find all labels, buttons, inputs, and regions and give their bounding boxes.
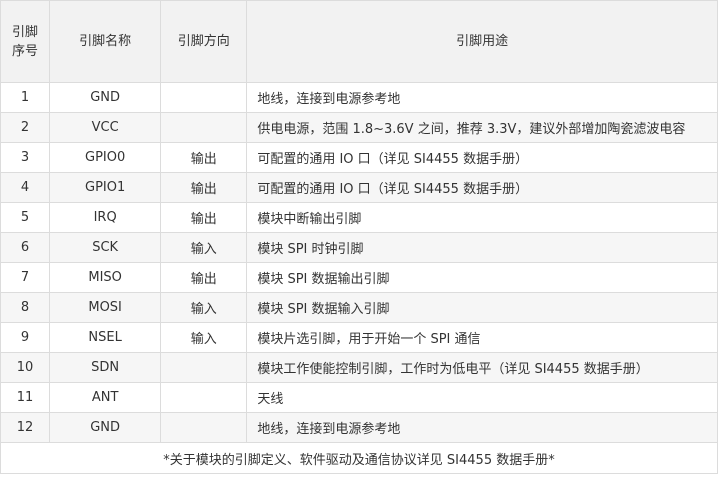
- pin-no: 2: [0, 112, 51, 143]
- pin-no: 12: [0, 412, 51, 443]
- pin-dir: [160, 412, 248, 443]
- header-pin-name: 引脚名称: [49, 0, 162, 83]
- pin-name: GND: [49, 82, 162, 113]
- pin-no: 11: [0, 382, 51, 413]
- pin-name: SCK: [49, 232, 162, 263]
- pin-dir: 输出: [160, 202, 248, 233]
- footnote: *关于模块的引脚定义、软件驱动及通信协议详见 SI4455 数据手册*: [0, 442, 718, 474]
- pin-name: GPIO1: [49, 172, 162, 203]
- pin-use: 模块中断输出引脚: [246, 202, 718, 233]
- pin-use: 模块工作使能控制引脚，工作时为低电平（详见 SI4455 数据手册）: [246, 352, 718, 383]
- pin-no: 7: [0, 262, 51, 293]
- pin-dir: [160, 112, 248, 143]
- pin-name: IRQ: [49, 202, 162, 233]
- pin-use: 模块片选引脚，用于开始一个 SPI 通信: [246, 322, 718, 353]
- pin-use: 地线，连接到电源参考地: [246, 82, 718, 113]
- pin-dir: [160, 382, 248, 413]
- pin-dir: [160, 352, 248, 383]
- pin-no: 3: [0, 142, 51, 173]
- pin-dir: 输出: [160, 172, 248, 203]
- pin-use: 天线: [246, 382, 718, 413]
- pin-use: 模块 SPI 数据输出引脚: [246, 262, 718, 293]
- pin-name: GPIO0: [49, 142, 162, 173]
- pin-table: 引脚序号 引脚名称 引脚方向 引脚用途 1 GND 地线，连接到电源参考地 2 …: [0, 0, 718, 474]
- table-row: 5 IRQ 输出 模块中断输出引脚: [0, 202, 718, 233]
- footnote-row: *关于模块的引脚定义、软件驱动及通信协议详见 SI4455 数据手册*: [0, 442, 718, 474]
- table-row: 8 MOSI 输入 模块 SPI 数据输入引脚: [0, 292, 718, 323]
- header-pin-no: 引脚 序号: [0, 0, 51, 83]
- pin-use: 地线，连接到电源参考地: [246, 412, 718, 443]
- pin-dir: 输出: [160, 262, 248, 293]
- table-row: 10 SDN 模块工作使能控制引脚，工作时为低电平（详见 SI4455 数据手册…: [0, 352, 718, 383]
- pin-name: MISO: [49, 262, 162, 293]
- table-row: 7 MISO 输出 模块 SPI 数据输出引脚: [0, 262, 718, 293]
- table-row: 4 GPIO1 输出 可配置的通用 IO 口（详见 SI4455 数据手册）: [0, 172, 718, 203]
- pin-no: 6: [0, 232, 51, 263]
- pin-name: NSEL: [49, 322, 162, 353]
- table-row: 6 SCK 输入 模块 SPI 时钟引脚: [0, 232, 718, 263]
- pin-name: VCC: [49, 112, 162, 143]
- table-row: 2 VCC 供电电源，范围 1.8~3.6V 之间，推荐 3.3V，建议外部增加…: [0, 112, 718, 143]
- pin-no: 10: [0, 352, 51, 383]
- header-pin-use: 引脚用途: [246, 0, 718, 83]
- pin-no: 1: [0, 82, 51, 113]
- pin-name: SDN: [49, 352, 162, 383]
- pin-no: 4: [0, 172, 51, 203]
- table-row: 11 ANT 天线: [0, 382, 718, 413]
- table-row: 12 GND 地线，连接到电源参考地: [0, 412, 718, 443]
- table-row: 1 GND 地线，连接到电源参考地: [0, 82, 718, 113]
- pin-name: MOSI: [49, 292, 162, 323]
- header-pin-no-line2: 序号: [12, 43, 39, 59]
- pin-name: GND: [49, 412, 162, 443]
- pin-dir: 输入: [160, 232, 248, 263]
- pin-use: 供电电源，范围 1.8~3.6V 之间，推荐 3.3V，建议外部增加陶瓷滤波电容: [246, 112, 718, 143]
- pin-dir: 输入: [160, 292, 248, 323]
- pin-dir: 输入: [160, 322, 248, 353]
- pin-dir: 输出: [160, 142, 248, 173]
- pin-use: 模块 SPI 时钟引脚: [246, 232, 718, 263]
- pin-no: 5: [0, 202, 51, 233]
- pin-dir: [160, 82, 248, 113]
- pin-name: ANT: [49, 382, 162, 413]
- pin-no: 9: [0, 322, 51, 353]
- pin-use: 可配置的通用 IO 口（详见 SI4455 数据手册）: [246, 172, 718, 203]
- header-pin-no-line1: 引脚: [12, 24, 39, 40]
- table-row: 3 GPIO0 输出 可配置的通用 IO 口（详见 SI4455 数据手册）: [0, 142, 718, 173]
- header-pin-dir: 引脚方向: [160, 0, 248, 83]
- pin-no: 8: [0, 292, 51, 323]
- table-row: 9 NSEL 输入 模块片选引脚，用于开始一个 SPI 通信: [0, 322, 718, 353]
- pin-use: 可配置的通用 IO 口（详见 SI4455 数据手册）: [246, 142, 718, 173]
- pin-use: 模块 SPI 数据输入引脚: [246, 292, 718, 323]
- header-row: 引脚序号 引脚名称 引脚方向 引脚用途: [0, 0, 718, 83]
